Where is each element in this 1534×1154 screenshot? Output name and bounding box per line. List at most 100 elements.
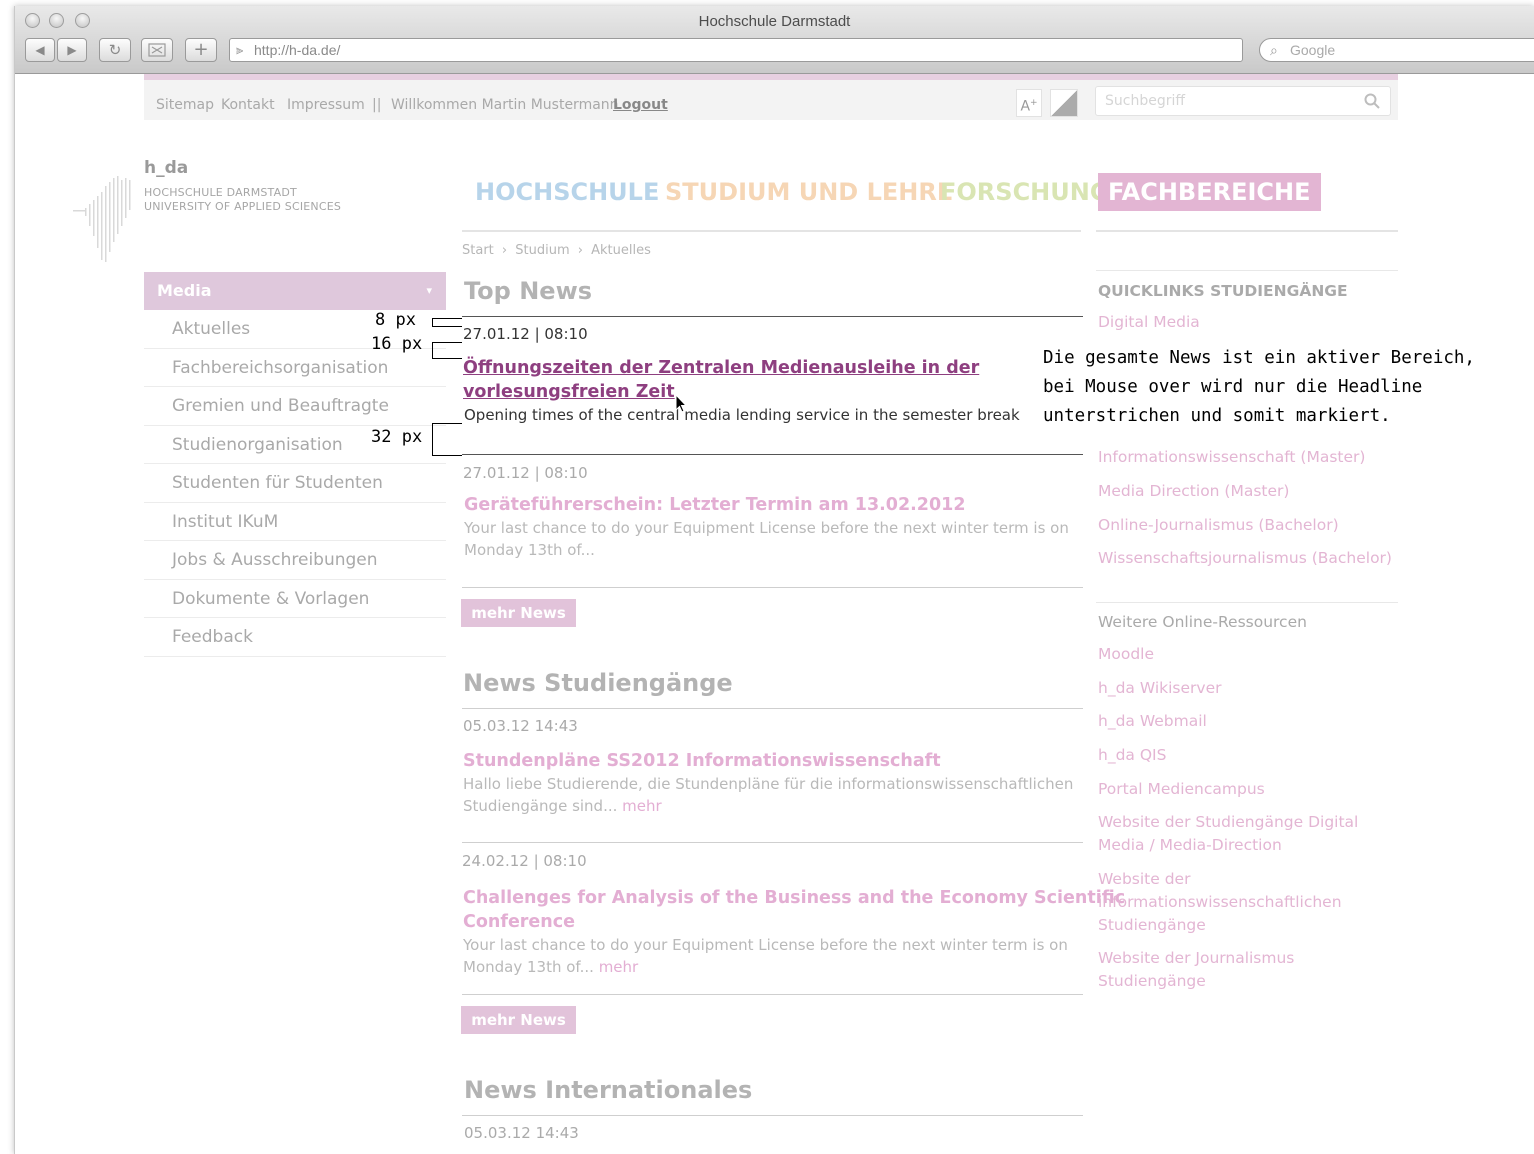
news-teaser: Opening times of the central media lendi… <box>464 406 1020 424</box>
hda-logo-mark <box>73 176 131 262</box>
resource-website-informationswissenschaft[interactable]: Website der informationswissenschaftlich… <box>1098 868 1342 937</box>
resource-qis[interactable]: h_da QIS <box>1098 744 1398 767</box>
news-teaser-line1: Hallo liebe Studierende, die Stundenplän… <box>463 775 1074 793</box>
hda-logo[interactable]: h_da HOCHSCHULE DARMSTADT UNIVERSITY OF … <box>144 158 341 213</box>
news-headline[interactable]: Öffnungszeiten der Zentralen Medienausle… <box>463 356 979 404</box>
resource-website-journalismus[interactable]: Website der Journalismus Studiengänge <box>1098 947 1318 993</box>
snippet-button[interactable] <box>141 38 173 62</box>
quicklink-wissenschaftsjournalismus[interactable]: Wissenschaftsjournalismus (Bachelor) <box>1098 547 1398 570</box>
section-divider <box>462 1115 1083 1116</box>
left-nav-item-studenten[interactable]: Studenten für Studenten <box>144 464 446 503</box>
left-nav-item-feedback[interactable]: Feedback <box>144 618 446 657</box>
news-internationales-title: News Internationales <box>464 1076 753 1104</box>
annotation-note: Die gesamte News ist ein aktiver Bereich… <box>1039 342 1489 433</box>
news-divider <box>462 842 1083 843</box>
logo-line1: HOCHSCHULE DARMSTADT <box>144 186 297 199</box>
news-divider <box>462 587 1083 588</box>
quicklinks-title: QUICKLINKS STUDIENGÄNGE <box>1098 282 1348 300</box>
annotation-note-line3: unterstrichen und somit markiert. <box>1043 406 1391 426</box>
annotation-note-line1: Die gesamte News ist ein aktiver Bereich… <box>1043 348 1475 368</box>
quicklink-digital-media[interactable]: Digital Media <box>1098 311 1398 334</box>
left-nav-item-gremien[interactable]: Gremien und Beauftragte <box>144 387 446 426</box>
quicklink-media-direction[interactable]: Media Direction (Master) <box>1098 480 1398 503</box>
mehr-link[interactable]: mehr <box>622 797 662 815</box>
forward-button[interactable]: ▶ <box>57 38 87 62</box>
mehr-news-button[interactable]: mehr News <box>461 599 576 627</box>
url-text: http://h-da.de/ <box>254 42 341 58</box>
nav-forschung[interactable]: FORSCHUNG <box>940 178 1110 206</box>
quicklink-online-journalismus[interactable]: Online-Journalismus (Bachelor) <box>1098 514 1398 537</box>
top-news-title: Top News <box>464 277 593 305</box>
nav-divider-right <box>1096 230 1398 232</box>
news-teaser-line2: Monday 13th of... <box>464 541 595 559</box>
breadcrumb: Start › Studium › Aktuelles <box>462 243 651 258</box>
font-size-sup: + <box>1030 98 1038 108</box>
news-date: 05.03.12 14:43 <box>463 717 578 735</box>
reload-button[interactable]: ↻ <box>99 38 131 62</box>
news-headline[interactable]: Geräteführerschein: Letzter Termin am 13… <box>464 493 966 517</box>
breadcrumb-start[interactable]: Start <box>462 243 494 258</box>
news-date: 27.01.12 | 08:10 <box>463 325 588 343</box>
left-nav-item-fachbereichsorganisation[interactable]: Fachbereichsorganisation <box>144 349 446 387</box>
impressum-link[interactable]: Impressum <box>287 97 365 113</box>
search-icon[interactable] <box>1364 93 1380 109</box>
sitemap-link[interactable]: Sitemap <box>156 97 214 113</box>
left-nav-item-dokumente[interactable]: Dokumente & Vorlagen <box>144 580 446 618</box>
logo-line2: UNIVERSITY OF APPLIED SCIENCES <box>144 200 342 213</box>
resource-mediencampus[interactable]: Portal Mediencampus <box>1098 778 1398 801</box>
add-bookmark-button[interactable]: + <box>185 38 217 62</box>
browser-search-placeholder: Google <box>1290 42 1336 58</box>
topbar-separator: || <box>372 97 382 113</box>
nav-hochschule[interactable]: HOCHSCHULE <box>475 178 659 206</box>
url-input[interactable]: ⫸ http://h-da.de/ <box>229 38 1243 62</box>
nav-divider <box>462 230 1081 232</box>
top-news-divider <box>462 316 1083 317</box>
news-date: 05.03.12 14:43 <box>464 1124 579 1142</box>
resource-webmail[interactable]: h_da Webmail <box>1098 710 1398 733</box>
annotation-bracket <box>432 318 462 327</box>
breadcrumb-separator: › <box>501 243 508 258</box>
font-size-button[interactable]: A+ <box>1016 89 1042 117</box>
site-search-input[interactable]: Suchbegriff <box>1095 86 1391 116</box>
news-headline-line2: Conference <box>463 912 576 932</box>
breadcrumb-separator: › <box>577 243 583 258</box>
font-size-label: A <box>1020 98 1031 115</box>
news-date: 27.01.12 | 08:10 <box>463 464 588 482</box>
site-icon: ⫸ <box>236 42 244 57</box>
left-nav-head-label: Media <box>157 281 212 300</box>
logo-name: h_da <box>144 158 189 178</box>
browser-search-input[interactable]: ⌕ Google <box>1259 38 1534 62</box>
site-search-placeholder: Suchbegriff <box>1105 93 1186 109</box>
breadcrumb-aktuelles[interactable]: Aktuelles <box>591 243 651 258</box>
left-nav-item-ikum[interactable]: Institut IKuM <box>144 503 446 541</box>
resource-moodle[interactable]: Moodle <box>1098 643 1398 666</box>
mehr-link[interactable]: mehr <box>599 958 639 976</box>
contrast-icon[interactable] <box>1050 89 1078 117</box>
back-button[interactable]: ◀ <box>25 38 55 62</box>
kontakt-link[interactable]: Kontakt <box>221 97 275 113</box>
news-divider <box>462 454 1083 455</box>
news-teaser: Your last chance to do your Equipment Li… <box>464 517 1069 561</box>
browser-toolbar: Hochschule Darmstadt ◀ ▶ ↻ + ⫸ http://h-… <box>15 6 1534 74</box>
news-teaser-line1: Your last chance to do your Equipment Li… <box>463 936 1068 954</box>
annotation-bracket <box>432 423 462 456</box>
breadcrumb-studium[interactable]: Studium <box>515 243 569 258</box>
right-divider <box>1096 270 1398 271</box>
welcome-text: Willkommen Martin Mustermann <box>391 97 619 113</box>
news-date: 24.02.12 | 08:10 <box>462 852 587 870</box>
resources-title: Weitere Online-Ressourcen <box>1098 613 1307 631</box>
annotation-note-line2: bei Mouse over wird nur die Headline <box>1043 377 1423 397</box>
mehr-news-button[interactable]: mehr News <box>461 1006 576 1034</box>
nav-studium-und-lehre[interactable]: STUDIUM UND LEHRE <box>665 178 953 206</box>
left-nav-item-jobs[interactable]: Jobs & Ausschreibungen <box>144 541 446 580</box>
news-headline[interactable]: Stundenpläne SS2012 Informationswissensc… <box>463 749 941 773</box>
news-teaser: Hallo liebe Studierende, die Stundenplän… <box>463 773 1073 817</box>
resource-website-digital-media[interactable]: Website der Studiengänge Digital Media /… <box>1098 811 1396 857</box>
annotation-gap-32px: 32 px <box>371 427 423 447</box>
left-nav-head[interactable]: Media ▾ <box>144 272 446 310</box>
news-headline[interactable]: Challenges for Analysis of the Business … <box>463 886 1125 934</box>
nav-fachbereiche[interactable]: FACHBEREICHE <box>1098 173 1321 211</box>
logout-link[interactable]: Logout <box>613 97 668 113</box>
quicklink-informationswissenschaft[interactable]: Informationswissenschaft (Master) <box>1098 446 1398 469</box>
resource-wikiserver[interactable]: h_da Wikiserver <box>1098 677 1398 700</box>
